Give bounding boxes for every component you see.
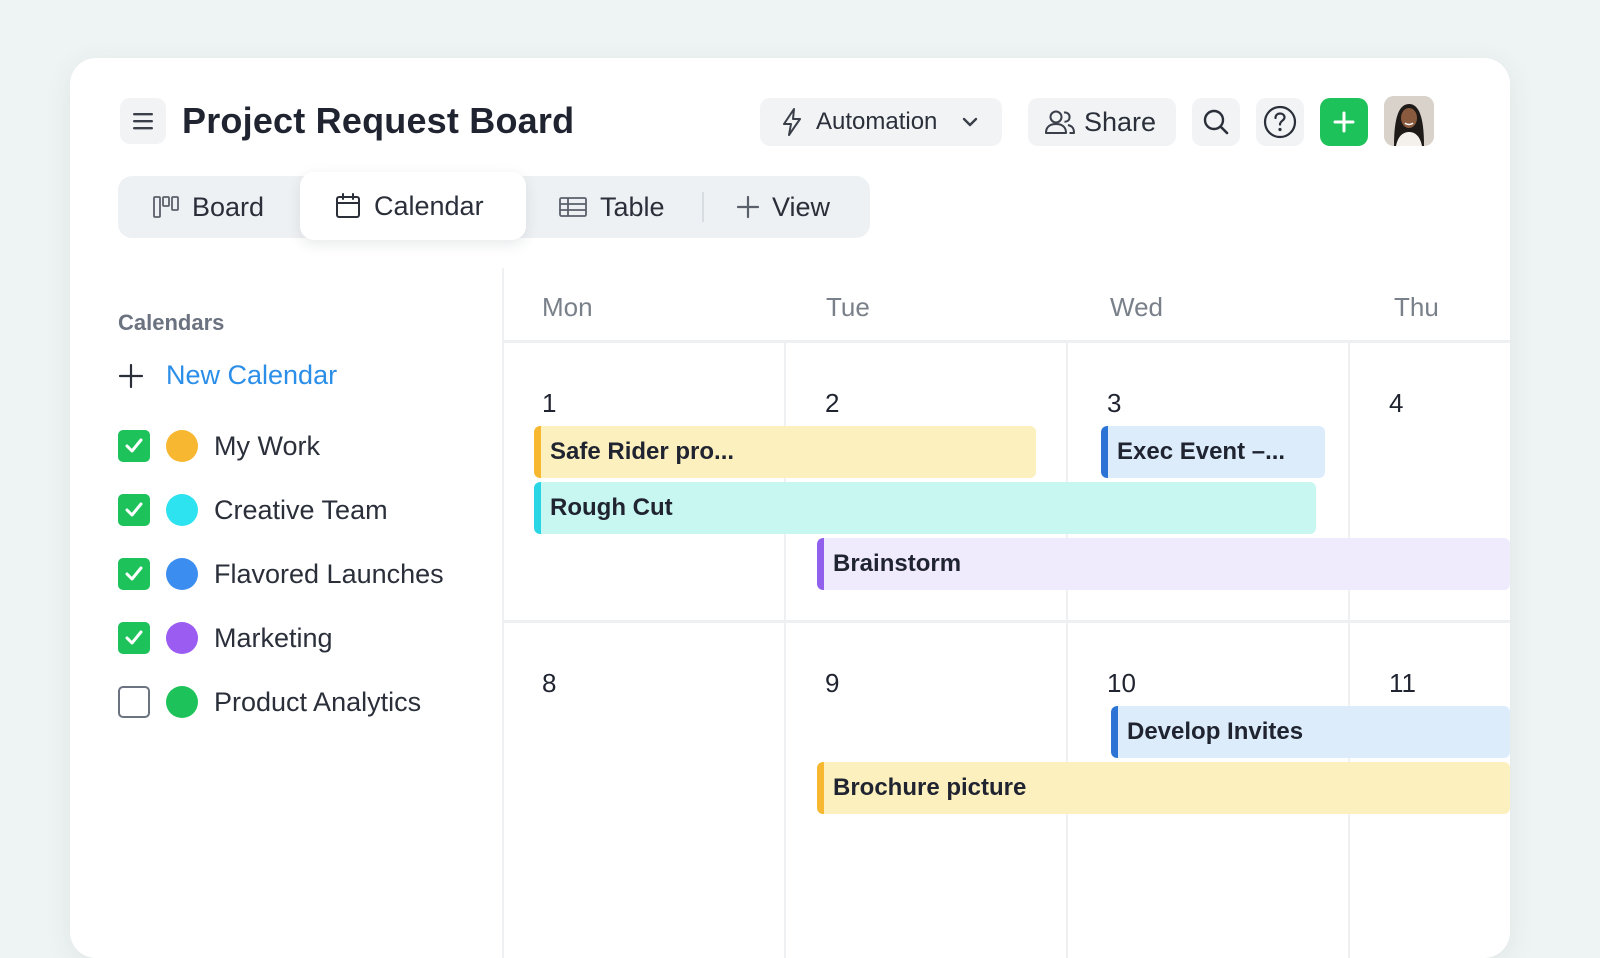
event-rough-cut[interactable]: Rough Cut: [534, 482, 1316, 534]
checkbox[interactable]: [118, 622, 150, 654]
event-title: Rough Cut: [550, 494, 673, 521]
checkbox[interactable]: [118, 494, 150, 526]
day-header-tue: Tue: [826, 292, 870, 322]
tab-view-label: View: [772, 191, 831, 222]
sidebar-divider: [502, 268, 504, 958]
event-exec-event[interactable]: Exec Event –...: [1101, 426, 1325, 478]
tab-divider: [702, 192, 704, 222]
date-cell-11[interactable]: 11: [1389, 668, 1416, 699]
calendar-label: My Work: [214, 430, 320, 461]
page-title: Project Request Board: [182, 100, 575, 141]
week-divider: [504, 620, 1510, 623]
color-dot: [166, 494, 198, 526]
event-title: Brainstorm: [833, 550, 962, 577]
board-card: Project Request Board Automation Share B…: [70, 58, 1510, 958]
event-title: Safe Rider pro...: [550, 438, 735, 465]
help-button[interactable]: [1256, 98, 1304, 146]
avatar[interactable]: [1384, 96, 1434, 146]
color-dot: [166, 430, 198, 462]
board-icon: [153, 196, 179, 218]
hamburger-icon: [133, 113, 153, 130]
checkbox[interactable]: [118, 430, 150, 462]
event-brochure-picture[interactable]: Brochure picture: [817, 762, 1510, 814]
calendar-label: Creative Team: [214, 494, 388, 525]
calendar-label: Flavored Launches: [214, 558, 444, 589]
tab-calendar[interactable]: Calendar: [300, 172, 526, 240]
event-title: Brochure picture: [833, 774, 1027, 801]
event-brainstorm[interactable]: Brainstorm: [817, 538, 1510, 590]
calendar-item-marketing[interactable]: Marketing: [118, 618, 333, 658]
search-button[interactable]: [1192, 98, 1240, 146]
checkmark-icon: [125, 566, 143, 581]
event-safe-rider[interactable]: Safe Rider pro...: [534, 426, 1036, 478]
date-cell-10[interactable]: 10: [1107, 668, 1136, 699]
date-cell-1[interactable]: 1: [542, 388, 556, 419]
color-dot: [166, 558, 198, 590]
checkbox[interactable]: [118, 686, 150, 718]
date-cell-9[interactable]: 9: [825, 668, 839, 699]
tab-table-label: Table: [600, 191, 665, 222]
event-title: Exec Event –...: [1117, 438, 1286, 465]
color-dot: [166, 686, 198, 718]
search-icon: [1203, 109, 1229, 135]
share-label: Share: [1084, 106, 1157, 137]
header-divider: [504, 340, 1510, 343]
date-cell-8[interactable]: 8: [542, 668, 556, 699]
calendar-item-product-analytics[interactable]: Product Analytics: [118, 682, 421, 722]
automation-button[interactable]: Automation: [760, 98, 1002, 146]
tab-calendar-label: Calendar: [374, 190, 484, 221]
tab-table[interactable]: Table: [558, 176, 665, 238]
event-develop-invites[interactable]: Develop Invites: [1111, 706, 1510, 758]
tab-board[interactable]: Board: [152, 176, 264, 238]
menu-button[interactable]: [120, 98, 166, 144]
plus-icon: [1333, 111, 1355, 133]
calendar-label: Marketing: [214, 622, 333, 653]
tab-add-view[interactable]: View: [736, 176, 830, 238]
checkmark-icon: [125, 438, 143, 453]
tab-board-label: Board: [192, 191, 265, 222]
view-tabs: Board Calendar Table View: [118, 172, 870, 240]
column-divider: [1066, 343, 1068, 958]
checkmark-icon: [125, 502, 143, 517]
calendars-heading: Calendars: [118, 310, 225, 335]
automation-label: Automation: [816, 108, 938, 135]
lightning-icon: [783, 108, 801, 136]
calendar-item-flavored-launches[interactable]: Flavored Launches: [118, 554, 444, 594]
date-cell-4[interactable]: 4: [1389, 388, 1403, 419]
date-cell-3[interactable]: 3: [1107, 388, 1121, 419]
user-photo-icon: [1384, 96, 1434, 146]
column-divider: [1348, 343, 1350, 958]
table-icon: [559, 197, 587, 217]
checkmark-icon: [125, 630, 143, 645]
event-title: Develop Invites: [1127, 718, 1304, 745]
share-button[interactable]: Share: [1028, 98, 1176, 146]
new-calendar-label: New Calendar: [166, 360, 338, 390]
color-dot: [166, 622, 198, 654]
calendar-icon: [336, 193, 360, 218]
plus-icon: [118, 363, 144, 388]
users-icon: [1045, 110, 1075, 134]
add-button[interactable]: [1320, 98, 1368, 146]
calendar-item-my-work[interactable]: My Work: [118, 426, 320, 466]
day-header-wed: Wed: [1110, 292, 1163, 322]
calendar-item-creative-team[interactable]: Creative Team: [118, 490, 388, 530]
calendar-label: Product Analytics: [214, 686, 422, 717]
checkbox[interactable]: [118, 558, 150, 590]
date-cell-2[interactable]: 2: [825, 388, 839, 419]
day-header-thu: Thu: [1394, 292, 1439, 322]
help-icon: [1263, 105, 1297, 139]
day-header-mon: Mon: [542, 292, 593, 322]
new-calendar-button[interactable]: New Calendar: [118, 360, 337, 391]
plus-icon: [736, 195, 760, 219]
chevron-down-icon: [963, 117, 978, 127]
